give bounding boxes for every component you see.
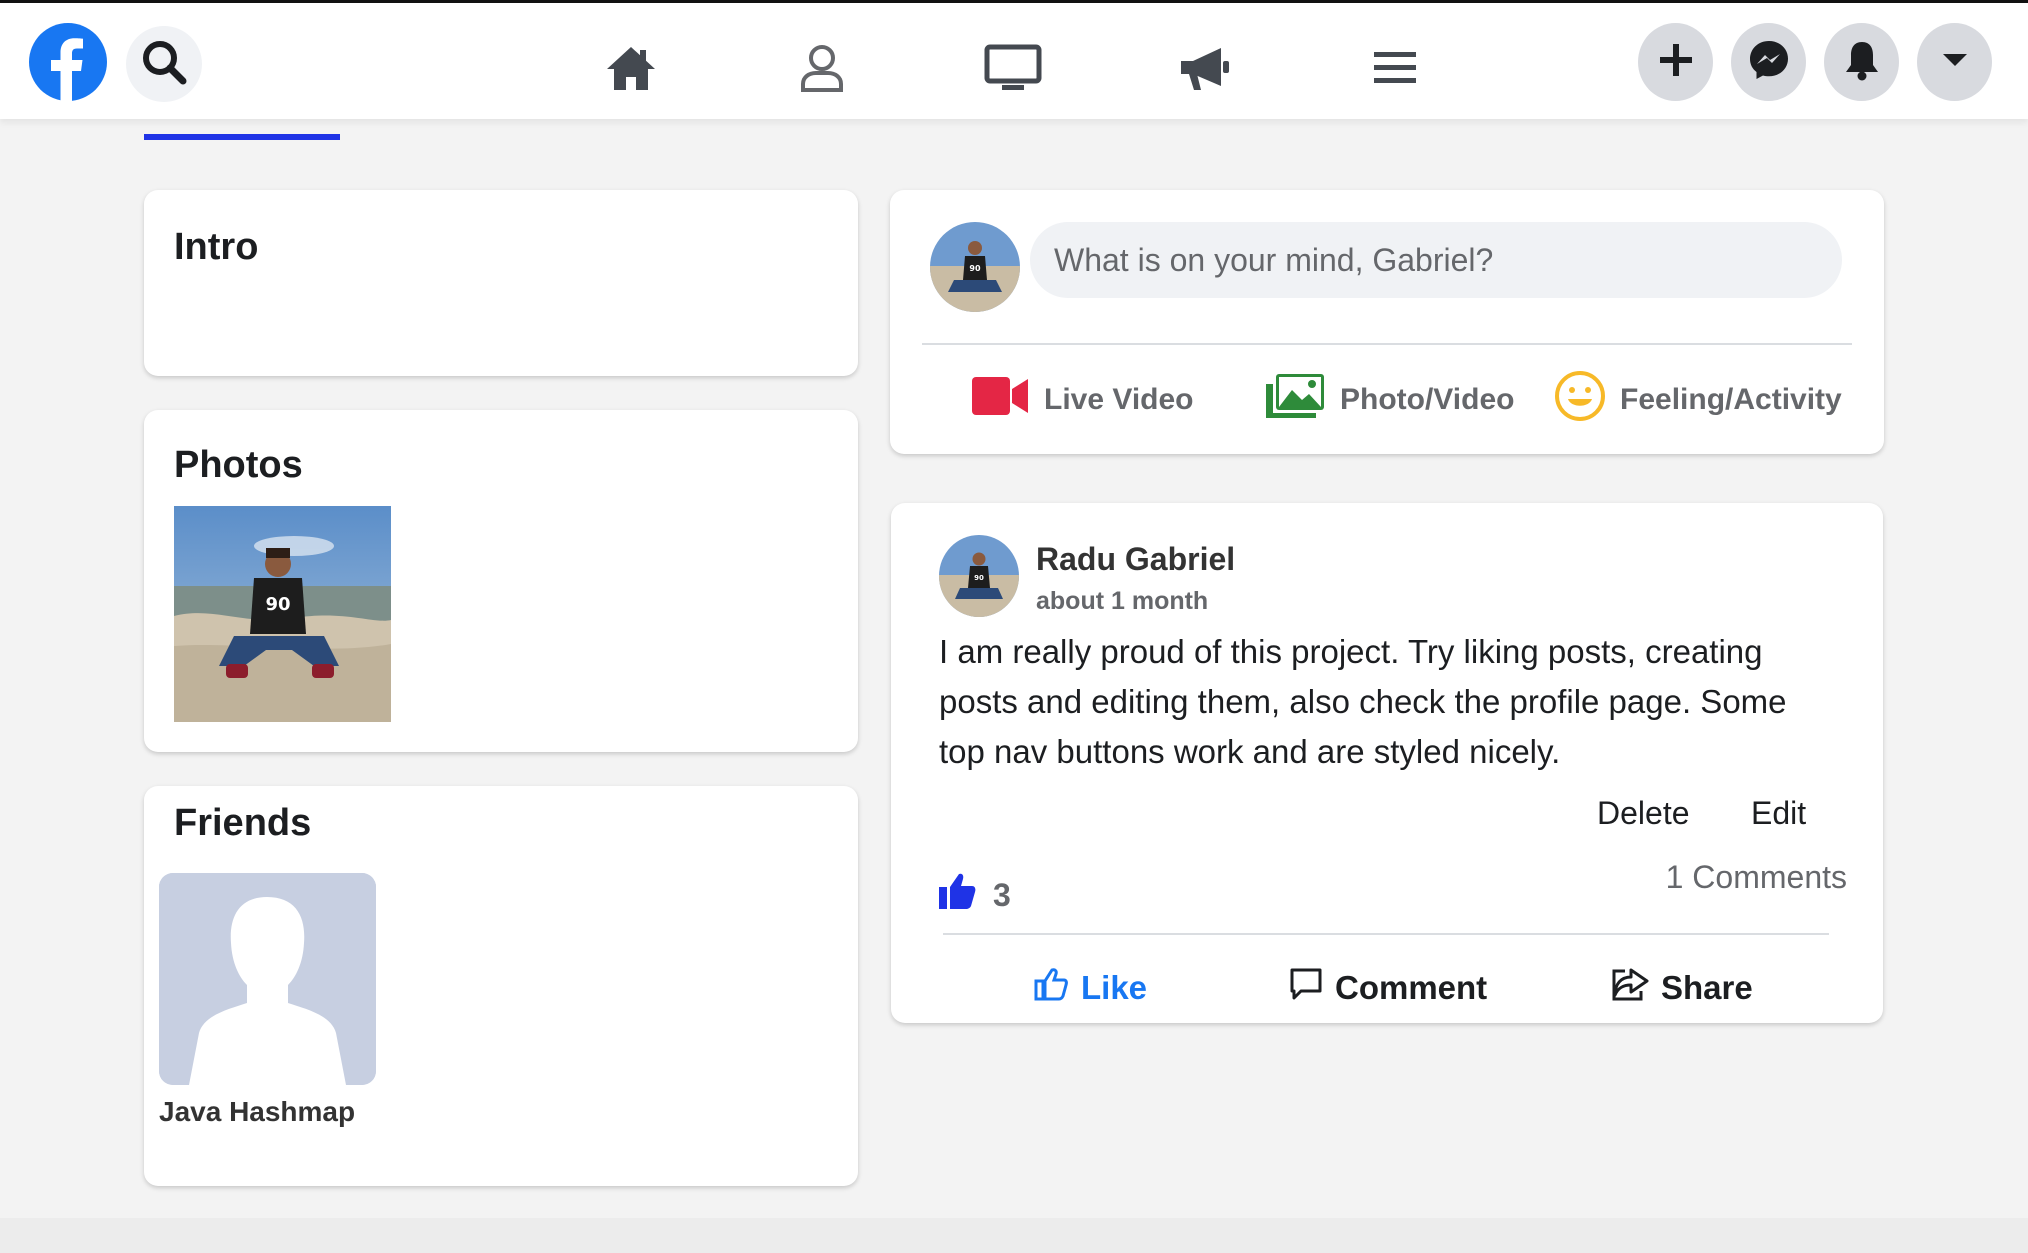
search-icon: [139, 37, 189, 92]
share-label: Share: [1661, 969, 1753, 1006]
home-icon[interactable]: [601, 41, 661, 95]
composer-avatar[interactable]: 90: [930, 222, 1020, 312]
svg-text:90: 90: [969, 264, 981, 273]
messenger-icon: [1748, 39, 1790, 86]
photo-video-label: Photo/Video: [1340, 383, 1515, 416]
photos-icon: [1264, 372, 1326, 428]
live-video-label: Live Video: [1044, 383, 1194, 416]
menu-icon[interactable]: [1365, 41, 1425, 95]
composer-input[interactable]: [1030, 222, 1842, 298]
profile-icon[interactable]: [792, 41, 852, 95]
composer-divider: [922, 343, 1852, 345]
thumbs-up-filled-icon: [937, 871, 977, 919]
feeling-activity-label: Feeling/Activity: [1620, 383, 1842, 416]
live-video-button[interactable]: Live Video: [970, 370, 1194, 430]
like-label: Like: [1081, 969, 1148, 1006]
friend-name[interactable]: Java Hashmap: [159, 1096, 355, 1128]
active-tab-indicator: [144, 134, 340, 140]
comments-count[interactable]: 1 Comments: [1651, 859, 1847, 896]
profile-photo-thumbnail[interactable]: 90: [174, 506, 391, 722]
post-actions-divider: [943, 933, 1829, 935]
post-author-avatar[interactable]: 90: [939, 535, 1019, 617]
svg-text:90: 90: [974, 574, 984, 582]
like-summary: 3: [937, 871, 1011, 919]
post-body-text: I am really proud of this project. Try l…: [939, 633, 1787, 770]
account-menu-button[interactable]: [1917, 23, 1992, 101]
share-icon: [1611, 967, 1649, 1009]
bell-icon: [1843, 39, 1881, 86]
messenger-button[interactable]: [1731, 23, 1806, 101]
page-footer-band: [0, 1218, 2028, 1253]
delete-post-button[interactable]: Delete: [1597, 795, 1690, 832]
top-navbar: [0, 0, 2028, 119]
comment-button[interactable]: Comment: [1289, 955, 1487, 1021]
friend-avatar[interactable]: [159, 873, 376, 1085]
photo-video-button[interactable]: Photo/Video: [1264, 370, 1514, 430]
notifications-button[interactable]: [1824, 23, 1899, 101]
photos-title: Photos: [174, 444, 303, 486]
comment-label: Comment: [1335, 969, 1488, 1006]
intro-title: Intro: [174, 226, 259, 268]
thumbs-up-outline-icon: [1033, 966, 1069, 1010]
intro-card: Intro: [144, 190, 858, 376]
post-author-name[interactable]: Radu Gabriel: [1036, 541, 1235, 578]
like-count: 3: [993, 876, 1011, 913]
post-card: 90 Radu Gabriel about 1 month I am reall…: [891, 503, 1883, 1023]
megaphone-icon[interactable]: [1174, 41, 1234, 95]
post-composer-card: 90 Live Video Photo/Video: [890, 190, 1884, 454]
feeling-activity-button[interactable]: Feeling/Activity: [1554, 370, 1842, 430]
edit-post-button[interactable]: Edit: [1751, 795, 1806, 832]
friends-title: Friends: [174, 802, 312, 844]
search-button[interactable]: [126, 26, 202, 102]
smiley-icon: [1554, 370, 1606, 430]
svg-text:90: 90: [265, 594, 290, 615]
share-button[interactable]: Share: [1611, 955, 1753, 1021]
watch-icon[interactable]: [983, 41, 1043, 95]
comment-bubble-icon: [1289, 967, 1323, 1009]
like-button[interactable]: Like: [1033, 955, 1147, 1021]
create-button[interactable]: [1638, 23, 1713, 101]
plus-icon: [1658, 42, 1694, 83]
friends-card: Friends Java Hashmap: [144, 786, 858, 1186]
post-timestamp: about 1 month: [1036, 587, 1209, 615]
facebook-logo-icon[interactable]: [29, 23, 107, 101]
photos-card: Photos 90: [144, 410, 858, 752]
caret-down-icon: [1942, 52, 1968, 73]
video-camera-icon: [970, 375, 1030, 425]
